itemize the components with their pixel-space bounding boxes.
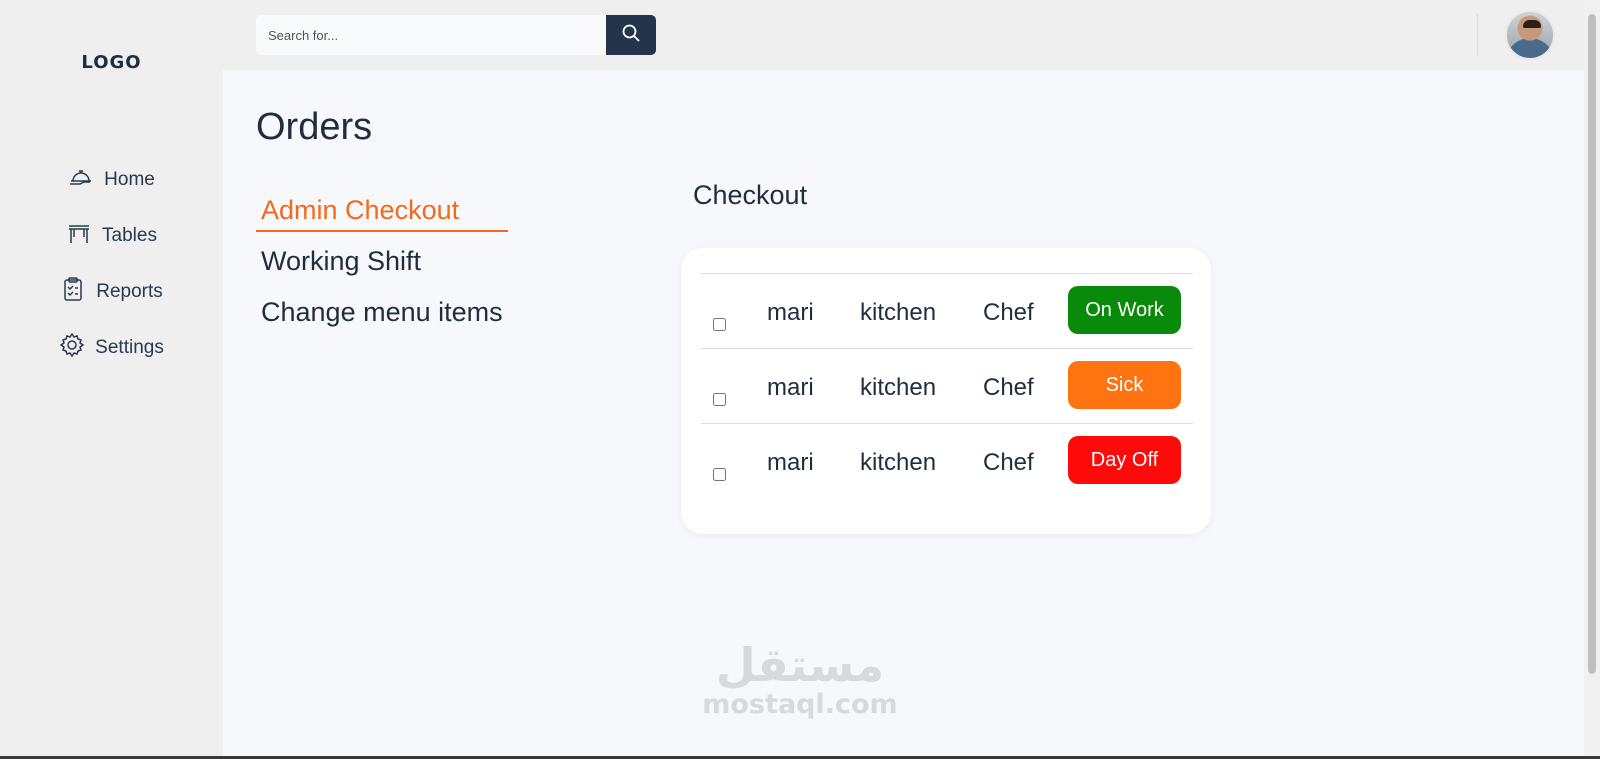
section-title: Checkout bbox=[693, 180, 808, 210]
sidebar-item-tables[interactable]: Tables bbox=[0, 208, 223, 264]
topbar-divider bbox=[1477, 14, 1478, 56]
gear-icon bbox=[59, 332, 85, 364]
logo[interactable]: LOGO bbox=[0, 52, 223, 73]
row-checkbox[interactable] bbox=[713, 393, 726, 406]
status-badge[interactable]: On Work bbox=[1068, 286, 1181, 334]
employee-name: mari bbox=[767, 374, 814, 401]
table-row: mari kitchen Chef On Work bbox=[701, 274, 1193, 349]
sidebar-item-label: Home bbox=[104, 169, 155, 190]
sidebar-item-settings[interactable]: Settings bbox=[0, 320, 223, 376]
sidebar-item-label: Settings bbox=[95, 337, 164, 358]
scrollbar[interactable] bbox=[1584, 0, 1600, 759]
watermark-arabic: مستقل bbox=[715, 638, 885, 692]
sidebar-item-label: Reports bbox=[96, 281, 163, 302]
status-badge[interactable]: Day Off bbox=[1068, 436, 1181, 484]
sidebar-item-label: Tables bbox=[102, 225, 157, 246]
app: LOGO Home Tables Reports Settings Search… bbox=[0, 0, 1600, 759]
table-row: mari kitchen Chef Day Off bbox=[701, 424, 1193, 499]
employee-role: Chef bbox=[983, 449, 1034, 476]
checkout-table: mari kitchen Chef On Work mari kitchen C… bbox=[701, 273, 1193, 499]
scrollbar-thumb[interactable] bbox=[1588, 14, 1596, 674]
employee-department: kitchen bbox=[860, 374, 937, 401]
employee-name: mari bbox=[767, 299, 814, 326]
employee-department: kitchen bbox=[860, 449, 937, 476]
table-row: mari kitchen Chef Sick bbox=[701, 349, 1193, 424]
subnav-admin-checkout[interactable]: Admin Checkout bbox=[256, 190, 508, 232]
main-content: Orders Admin Checkout Working Shift Chan… bbox=[223, 70, 1584, 759]
subnav-change-menu-items[interactable]: Change menu items bbox=[256, 292, 508, 343]
sidebar: LOGO Home Tables Reports Settings bbox=[0, 0, 223, 759]
employee-name: mari bbox=[767, 449, 814, 476]
orders-subnav: Admin Checkout Working Shift Change menu… bbox=[256, 190, 508, 343]
page-title: Orders bbox=[256, 106, 373, 148]
row-checkbox[interactable] bbox=[713, 468, 726, 481]
watermark-latin: mostaql.com bbox=[702, 689, 898, 720]
avatar[interactable] bbox=[1505, 10, 1555, 60]
clipboard-report-icon bbox=[60, 276, 86, 308]
status-badge[interactable]: Sick bbox=[1068, 361, 1181, 409]
employee-role: Chef bbox=[983, 374, 1034, 401]
topbar bbox=[223, 0, 1600, 70]
table-icon bbox=[66, 220, 92, 252]
row-checkbox[interactable] bbox=[713, 318, 726, 331]
employee-role: Chef bbox=[983, 299, 1034, 326]
subnav-working-shift[interactable]: Working Shift bbox=[256, 241, 508, 292]
search-icon bbox=[621, 23, 641, 48]
sidebar-item-home[interactable]: Home bbox=[0, 152, 223, 208]
search-button[interactable] bbox=[606, 15, 656, 55]
sidebar-nav: Home Tables Reports Settings bbox=[0, 152, 223, 376]
checkout-card: mari kitchen Chef On Work mari kitchen C… bbox=[681, 248, 1211, 534]
sidebar-item-reports[interactable]: Reports bbox=[0, 264, 223, 320]
employee-department: kitchen bbox=[860, 299, 937, 326]
cloche-icon bbox=[68, 164, 94, 196]
search-input[interactable] bbox=[256, 15, 607, 55]
watermark: مستقل mostaql.com bbox=[700, 640, 900, 720]
